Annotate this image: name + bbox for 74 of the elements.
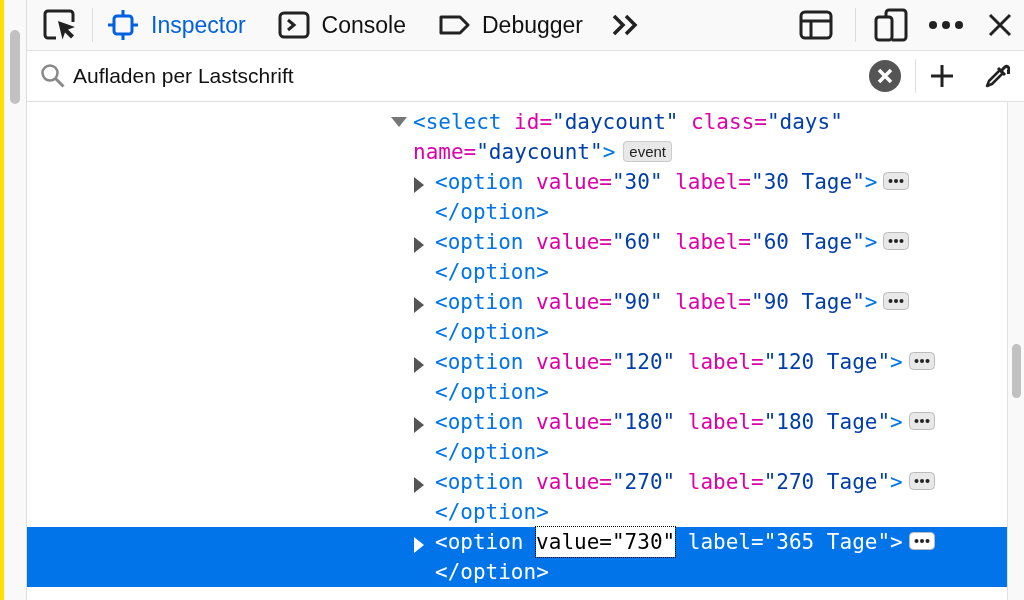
toolbar-tab[interactable]: Console	[277, 9, 406, 41]
closing-tag: </option>	[435, 260, 549, 284]
attribute[interactable]: label="90 Tage">	[675, 287, 878, 317]
attribute[interactable]: value="270"	[536, 467, 676, 497]
responsive-view-icon[interactable]	[874, 8, 908, 42]
attribute[interactable]: label="60 Tage">	[675, 227, 878, 257]
closing-tag: </option>	[435, 200, 549, 224]
node-row[interactable]: <option value="120" label="120 Tage"> </option>	[27, 347, 1007, 407]
collapsed-content-button[interactable]	[908, 412, 935, 430]
collapsed-content-button[interactable]	[883, 232, 910, 250]
tag-name: <option	[435, 410, 524, 434]
node-row[interactable]: <option value="90" label="90 Tage"> </option>	[27, 287, 1007, 347]
close-icon[interactable]	[988, 13, 1012, 37]
caret-down-icon[interactable]	[391, 117, 407, 129]
more-icon[interactable]	[928, 20, 964, 30]
tag-name: <option	[435, 170, 524, 194]
closing-tag: </option>	[435, 320, 549, 344]
crosshair-square-icon	[107, 9, 139, 41]
collapsed-content-button[interactable]	[908, 472, 935, 490]
caret-right-icon[interactable]	[413, 537, 425, 553]
attribute[interactable]: name="daycount">	[413, 137, 616, 167]
node-row[interactable]: <option value="30" label="30 Tage"> </option>	[27, 167, 1007, 227]
attribute[interactable]: label="30 Tage">	[675, 167, 878, 197]
caret-right-icon[interactable]	[413, 357, 425, 373]
scrollbar-thumb[interactable]	[10, 30, 20, 104]
collapsed-content-button[interactable]	[908, 352, 935, 370]
toolbar-tab[interactable]: Inspector	[107, 9, 246, 41]
console-icon	[277, 9, 310, 41]
toolbar-tab[interactable]: Debugger	[438, 9, 584, 41]
attribute[interactable]: id="daycount"	[514, 107, 679, 137]
attribute[interactable]: label="270 Tage">	[687, 467, 903, 497]
eyedropper-icon[interactable]	[984, 63, 1010, 89]
tag-name: <option	[435, 470, 524, 494]
tag-name: <select	[413, 110, 502, 134]
tag-name: <option	[435, 230, 524, 254]
attribute[interactable]: value="90"	[536, 287, 663, 317]
caret-right-icon[interactable]	[413, 177, 425, 193]
node-row[interactable]: <option value="180" label="180 Tage"> </option>	[27, 407, 1007, 467]
tag-name: <option	[435, 350, 524, 374]
attribute[interactable]: label="180 Tage">	[687, 407, 903, 437]
collapsed-content-button[interactable]	[883, 172, 910, 190]
tag-name: <option	[435, 530, 524, 554]
closing-tag: </option>	[435, 440, 549, 464]
element-picker-icon[interactable]	[42, 7, 78, 43]
search-field[interactable]: Aufladen per Lastschrift	[73, 64, 869, 88]
attribute[interactable]: value="180"	[536, 407, 676, 437]
collapsed-content-button[interactable]	[883, 292, 910, 310]
attribute[interactable]: label="120 Tage">	[687, 347, 903, 377]
attribute[interactable]: value="730"	[536, 527, 676, 557]
collapsed-content-button[interactable]	[908, 532, 935, 550]
attribute[interactable]: label="365 Tage">	[687, 527, 903, 557]
caret-right-icon[interactable]	[413, 477, 425, 493]
search-icon	[40, 63, 66, 89]
closing-tag: </option>	[435, 560, 549, 584]
double-chevron-icon[interactable]	[611, 13, 640, 37]
add-icon[interactable]	[930, 64, 954, 88]
node-row[interactable]: <option value="270" label="270 Tage"> </option>	[27, 467, 1007, 527]
attribute[interactable]: class="days"	[691, 107, 843, 137]
caret-right-icon[interactable]	[413, 237, 425, 253]
scrollbar-thumb[interactable]	[1012, 344, 1021, 398]
node-row[interactable]: <option value="60" label="60 Tage"> </option>	[27, 227, 1007, 287]
event-badge[interactable]: event	[623, 141, 672, 162]
node-row[interactable]: <select id="daycount" class="days" name="daycount"> $^{event}$	[27, 107, 1007, 167]
attribute[interactable]: value="30"	[536, 167, 663, 197]
node-row[interactable]: <option value="730" label="365 Tage"> </option>	[27, 527, 1007, 587]
closing-tag: </option>	[435, 380, 549, 404]
attribute[interactable]: value="60"	[536, 227, 663, 257]
tag-name: <option	[435, 290, 524, 314]
clear-icon[interactable]	[869, 60, 901, 92]
layout-icon[interactable]	[799, 10, 833, 40]
caret-right-icon[interactable]	[413, 417, 425, 433]
attribute[interactable]: value="120"	[536, 347, 676, 377]
closing-tag: </option>	[435, 500, 549, 524]
caret-right-icon[interactable]	[413, 297, 425, 313]
